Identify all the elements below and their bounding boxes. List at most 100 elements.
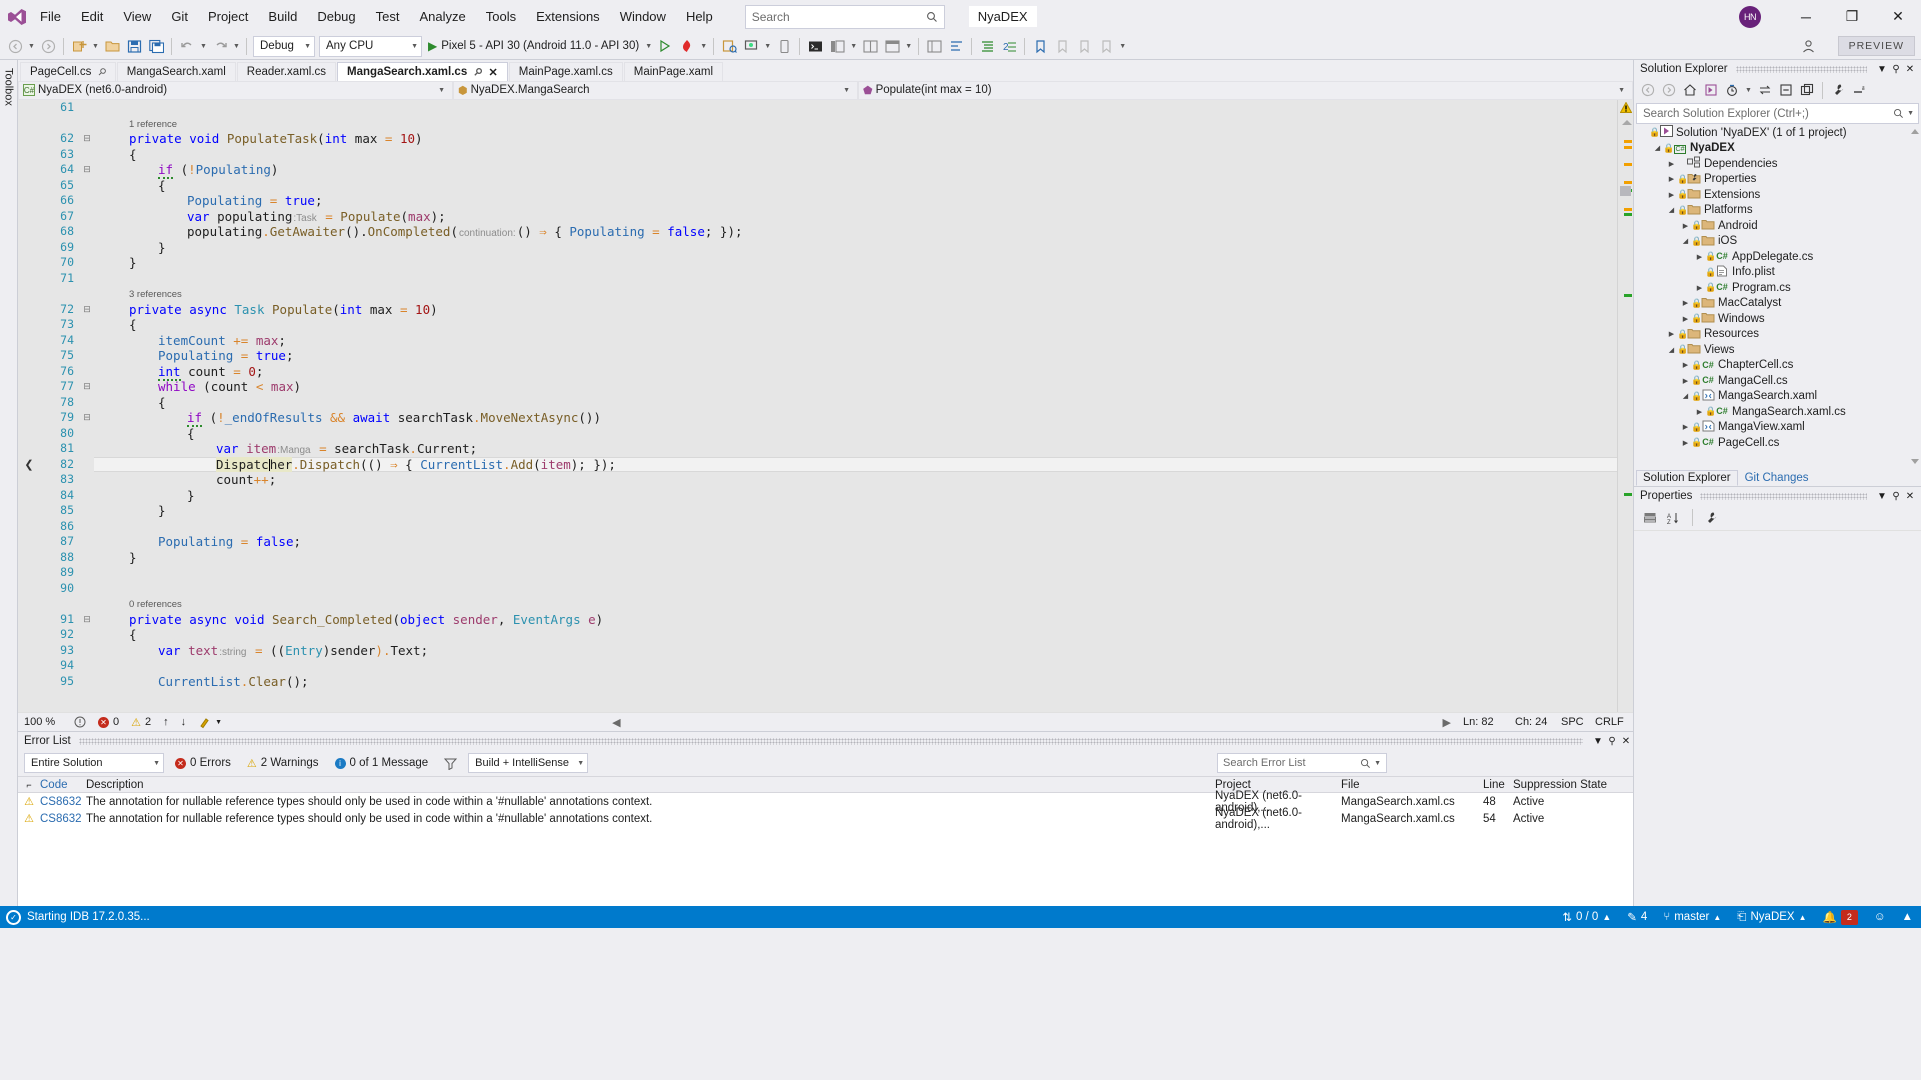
menu-window[interactable]: Window bbox=[610, 3, 676, 31]
tree-expander-icon[interactable]: ▶ bbox=[1680, 299, 1691, 307]
code-line[interactable]: { bbox=[94, 426, 1617, 442]
breakpoint-slot[interactable] bbox=[18, 426, 40, 442]
column-header-suppression[interactable]: Suppression State bbox=[1513, 779, 1633, 791]
tree-node-mangasearch-xaml-cs[interactable]: ▶🔒C#MangaSearch.xaml.cs bbox=[1634, 404, 1921, 420]
tree-expander-icon[interactable]: ▶ bbox=[1680, 423, 1691, 431]
chevron-down-icon[interactable]: ▼ bbox=[1904, 110, 1914, 117]
tree-expander-icon[interactable]: ◢ bbox=[1666, 346, 1677, 354]
tree-expander-icon[interactable]: ▶ bbox=[1666, 175, 1677, 183]
breakpoint-slot[interactable] bbox=[18, 333, 40, 349]
tab-mangasearch-xaml-cs[interactable]: MangaSearch.xaml.cs ⚲ ✕ bbox=[337, 62, 508, 81]
code-line[interactable]: private async void Search_Completed(obje… bbox=[94, 612, 1617, 628]
breakpoint-slot[interactable] bbox=[18, 178, 40, 194]
breakpoint-slot[interactable] bbox=[18, 271, 40, 287]
menu-git[interactable]: Git bbox=[161, 3, 198, 31]
scrollbar-overview-margin[interactable] bbox=[1617, 100, 1633, 712]
issue-indicator[interactable]: ✎ 4 bbox=[1619, 906, 1655, 928]
new-project-icon[interactable] bbox=[68, 35, 90, 57]
ios-device-icon[interactable] bbox=[773, 35, 795, 57]
breakpoint-slot[interactable] bbox=[18, 348, 40, 364]
redo-dropdown-icon[interactable]: ▼ bbox=[231, 35, 242, 57]
chevron-down-icon[interactable]: ▼ bbox=[1371, 760, 1381, 767]
new-project-dropdown-icon[interactable]: ▼ bbox=[90, 35, 101, 57]
tree-node-info-plist[interactable]: 🔒Info.plist bbox=[1634, 265, 1921, 281]
save-icon[interactable] bbox=[123, 35, 145, 57]
menu-build[interactable]: Build bbox=[258, 3, 307, 31]
menu-edit[interactable]: Edit bbox=[71, 3, 113, 31]
tree-node-views[interactable]: ◢🔒Views bbox=[1634, 342, 1921, 358]
tab-reader-xaml-cs[interactable]: Reader.xaml.cs bbox=[237, 62, 336, 81]
next-issue-button[interactable]: ↓ bbox=[175, 716, 193, 728]
fold-toggle-icon[interactable]: ⊟ bbox=[80, 379, 94, 395]
code-line[interactable]: Populating = true; bbox=[94, 193, 1617, 209]
android-device-dropdown-icon[interactable]: ▼ bbox=[762, 35, 773, 57]
code-line[interactable] bbox=[94, 519, 1617, 535]
menu-help[interactable]: Help bbox=[676, 3, 723, 31]
tree-node-pagecell-cs[interactable]: ▶🔒C#PageCell.cs bbox=[1634, 435, 1921, 451]
tree-expander-icon[interactable]: ▶ bbox=[1666, 330, 1677, 338]
bookmark-icon[interactable] bbox=[1029, 35, 1051, 57]
feedback-smiley-button[interactable]: ☺ bbox=[1866, 906, 1894, 928]
pin-icon[interactable]: ⚲ bbox=[1889, 491, 1903, 502]
hot-reload-dropdown-icon[interactable]: ▼ bbox=[698, 35, 709, 57]
drag-handle[interactable] bbox=[1736, 66, 1867, 73]
open-file-icon[interactable] bbox=[101, 35, 123, 57]
navigate-back-icon[interactable] bbox=[4, 35, 26, 57]
column-header-code[interactable]: Code bbox=[40, 779, 86, 791]
breakpoint-slot[interactable] bbox=[18, 472, 40, 488]
tree-expander-icon[interactable]: ▶ bbox=[1666, 160, 1677, 168]
tree-node-mangacell-cs[interactable]: ▶🔒C#MangaCell.cs bbox=[1634, 373, 1921, 389]
tree-expander-icon[interactable]: ◢ bbox=[1680, 237, 1691, 245]
save-all-icon[interactable] bbox=[145, 35, 167, 57]
user-avatar[interactable]: HN bbox=[1739, 6, 1761, 28]
code-line[interactable]: itemCount += max; bbox=[94, 333, 1617, 349]
breakpoint-slot[interactable]: ❮ bbox=[18, 457, 40, 473]
breakpoint-slot[interactable] bbox=[18, 147, 40, 163]
code-line[interactable]: { bbox=[94, 395, 1617, 411]
fold-toggle-icon[interactable]: ⊟ bbox=[80, 612, 94, 628]
tree-node-platforms[interactable]: ◢🔒Platforms bbox=[1634, 203, 1921, 219]
global-search-input[interactable]: Search bbox=[745, 5, 945, 29]
solution-tree[interactable]: 🔒Solution 'NyaDEX' (1 of 1 project)◢🔒C#N… bbox=[1634, 125, 1921, 468]
drag-handle[interactable] bbox=[79, 738, 1583, 745]
messages-filter-toggle[interactable]: i 0 of 1 Message bbox=[330, 755, 434, 771]
code-line[interactable]: private void PopulateTask(int max = 10) bbox=[94, 131, 1617, 147]
tree-expander-icon[interactable]: ◢ bbox=[1652, 144, 1663, 152]
categorized-view-icon[interactable] bbox=[1640, 508, 1660, 528]
forward-icon[interactable] bbox=[1659, 80, 1679, 100]
breakpoint-slot[interactable] bbox=[18, 658, 40, 674]
tree-node-mangasearch-xaml[interactable]: ◢🔒MangaSearch.xaml bbox=[1634, 389, 1921, 405]
select-device-icon[interactable] bbox=[718, 35, 740, 57]
live-visual-tree-icon[interactable] bbox=[881, 35, 903, 57]
tree-expander-icon[interactable]: ▶ bbox=[1694, 253, 1705, 261]
breakpoint-slot[interactable] bbox=[18, 240, 40, 256]
breakpoint-slot[interactable] bbox=[18, 302, 40, 318]
errors-filter-toggle[interactable]: ✕ 0 Errors bbox=[170, 755, 236, 771]
pending-changes-dropdown-icon[interactable]: ▼ bbox=[1743, 79, 1754, 101]
breakpoint-margin[interactable]: ❮ bbox=[18, 100, 40, 712]
fold-toggle-icon[interactable]: ⊟ bbox=[80, 131, 94, 147]
code-line[interactable]: if (!Populating) bbox=[94, 162, 1617, 178]
code-line[interactable]: CurrentList.Clear(); bbox=[94, 674, 1617, 690]
tree-node-chaptercell-cs[interactable]: ▶🔒C#ChapterCell.cs bbox=[1634, 358, 1921, 374]
breakpoint-slot[interactable] bbox=[18, 317, 40, 333]
code-line[interactable] bbox=[94, 100, 1617, 116]
scroll-up-arrow[interactable] bbox=[1622, 120, 1632, 125]
code-line[interactable]: populating.GetAwaiter().OnCompleted(cont… bbox=[94, 224, 1617, 240]
fold-toggle-icon[interactable]: ⊟ bbox=[80, 302, 94, 318]
tree-node-program-cs[interactable]: ▶🔒C#Program.cs bbox=[1634, 280, 1921, 296]
code-line[interactable]: { bbox=[94, 147, 1617, 163]
code-line[interactable]: Populating = false; bbox=[94, 534, 1617, 550]
breakpoint-slot[interactable] bbox=[18, 503, 40, 519]
start-without-debugging-icon[interactable] bbox=[654, 35, 676, 57]
breakpoint-slot[interactable] bbox=[18, 643, 40, 659]
fold-toggle-icon[interactable]: ⊟ bbox=[80, 162, 94, 178]
line-ending-mode[interactable]: CRLF bbox=[1589, 716, 1633, 728]
live-visual-dropdown-icon[interactable]: ▼ bbox=[903, 35, 914, 57]
navigate-forward-icon[interactable] bbox=[37, 35, 59, 57]
code-line[interactable] bbox=[94, 658, 1617, 674]
column-header-line[interactable]: Line bbox=[1483, 779, 1513, 791]
tree-node-appdelegate-cs[interactable]: ▶🔒C#AppDelegate.cs bbox=[1634, 249, 1921, 265]
tree-expander-icon[interactable]: ▶ bbox=[1666, 191, 1677, 199]
panel-menu-icon[interactable]: ▼ bbox=[1875, 491, 1889, 502]
